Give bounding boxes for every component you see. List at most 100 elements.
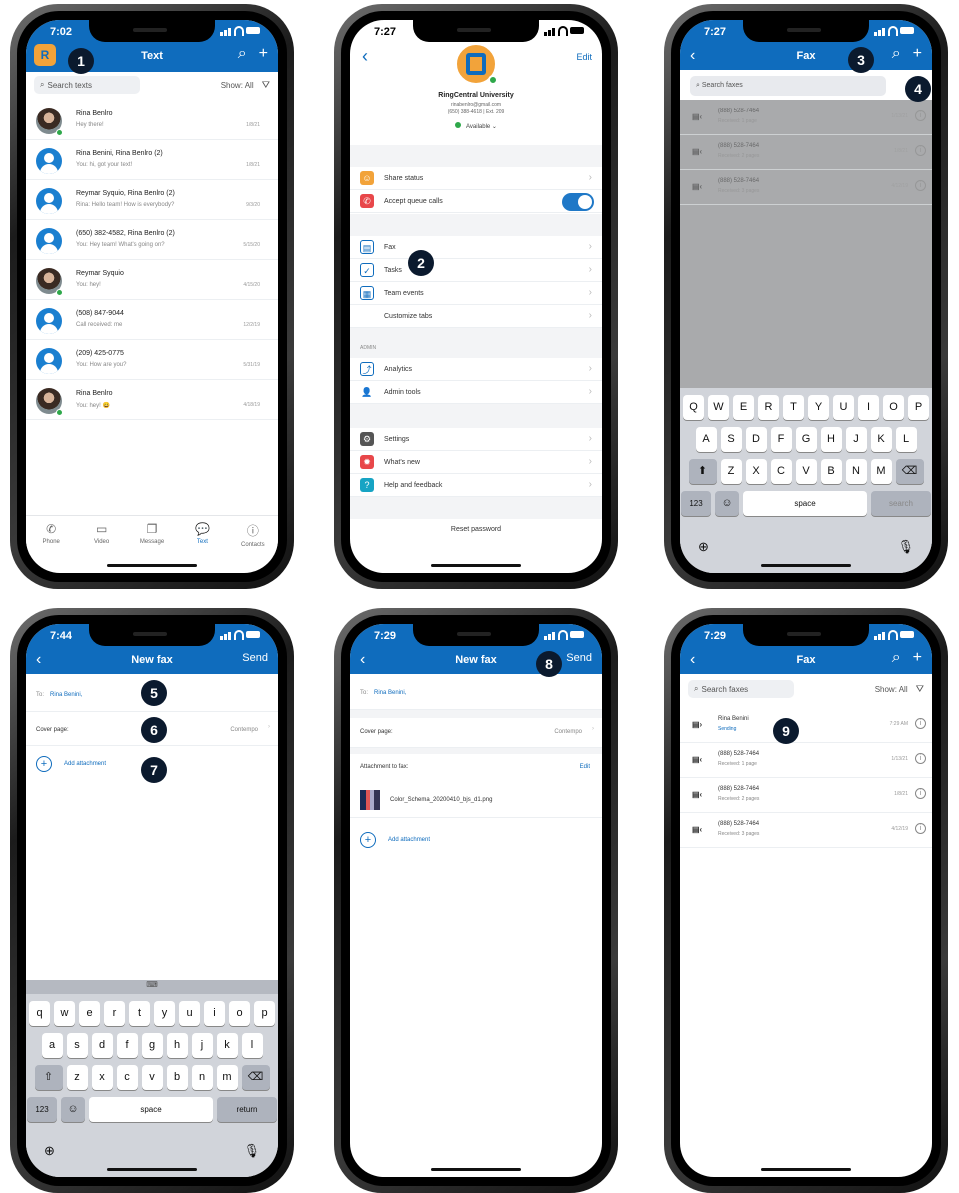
edit-button[interactable]: Edit: [576, 52, 592, 62]
menu-item-settings[interactable]: ⚙ Settings ›: [350, 428, 602, 451]
key-d[interactable]: D: [745, 427, 767, 452]
to-field[interactable]: To: Rina Benini,: [350, 680, 602, 710]
tab-text[interactable]: 💬 Text: [177, 516, 227, 555]
key-s[interactable]: s: [66, 1033, 88, 1058]
conversation-row[interactable]: Reymar Syquio You: hey! 4/15/20: [26, 260, 278, 300]
key-t[interactable]: t: [129, 1001, 150, 1026]
key-z[interactable]: Z: [720, 459, 742, 484]
key-b[interactable]: B: [820, 459, 842, 484]
search-input[interactable]: ⌕ Search faxes: [690, 76, 886, 96]
info-icon[interactable]: i: [915, 823, 926, 834]
key-n[interactable]: n: [191, 1065, 213, 1090]
key-p[interactable]: P: [908, 395, 929, 420]
key-g[interactable]: G: [795, 427, 817, 452]
key-c[interactable]: C: [770, 459, 792, 484]
fax-row[interactable]: ▤‹ (888) 528-7464 Received: 1 page 1/13/21 i: [680, 100, 932, 135]
back-icon[interactable]: ‹: [362, 46, 368, 67]
key-z[interactable]: z: [66, 1065, 88, 1090]
add-icon[interactable]: +: [913, 649, 922, 667]
add-icon[interactable]: +: [259, 45, 268, 63]
key-p[interactable]: p: [254, 1001, 275, 1026]
key-o[interactable]: o: [229, 1001, 250, 1026]
filter-show-all[interactable]: Show: All: [875, 685, 908, 694]
fax-row[interactable]: ▤‹ (888) 528-7464 Received: 2 pages 1/8/21 i: [680, 135, 932, 170]
key-v[interactable]: V: [795, 459, 817, 484]
key-o[interactable]: O: [883, 395, 904, 420]
key-x[interactable]: X: [745, 459, 767, 484]
space-key[interactable]: space: [89, 1097, 213, 1122]
key-m[interactable]: m: [216, 1065, 238, 1090]
info-icon[interactable]: i: [915, 753, 926, 764]
key-j[interactable]: J: [845, 427, 867, 452]
emoji-icon[interactable]: ☺: [715, 491, 739, 516]
send-button[interactable]: Send: [566, 652, 592, 664]
conversation-row[interactable]: Rina Benlro Hey there! 1/8/21: [26, 100, 278, 140]
key-t[interactable]: T: [783, 395, 804, 420]
key-g[interactable]: g: [141, 1033, 163, 1058]
backspace-key[interactable]: ⌫: [895, 459, 924, 484]
key-e[interactable]: e: [79, 1001, 100, 1026]
key-f[interactable]: F: [770, 427, 792, 452]
info-icon[interactable]: i: [915, 110, 926, 121]
globe-icon[interactable]: ⊕: [698, 539, 709, 555]
menu-item-tasks[interactable]: ✓ Tasks ›: [350, 259, 602, 282]
key-a[interactable]: a: [41, 1033, 63, 1058]
microphone-icon[interactable]: 🎙: [243, 1143, 260, 1159]
menu-item-admin-tools[interactable]: 👤 Admin tools ›: [350, 381, 602, 404]
key-r[interactable]: r: [104, 1001, 125, 1026]
key-y[interactable]: y: [154, 1001, 175, 1026]
app-logo-icon[interactable]: R: [34, 44, 56, 66]
info-icon[interactable]: i: [915, 145, 926, 156]
key-c[interactable]: c: [116, 1065, 138, 1090]
key-h[interactable]: H: [820, 427, 842, 452]
share-status-row[interactable]: ☺ Share status ›: [350, 167, 602, 190]
key-d[interactable]: d: [91, 1033, 113, 1058]
tab-contacts[interactable]: ⓘ Contacts: [228, 516, 278, 555]
key-s[interactable]: S: [720, 427, 742, 452]
key-q[interactable]: q: [29, 1001, 50, 1026]
key-v[interactable]: v: [141, 1065, 163, 1090]
key-l[interactable]: l: [241, 1033, 263, 1058]
conversation-row[interactable]: Rina Benini, Rina Benlro (2) You: hi, got…: [26, 140, 278, 180]
accept-queue-toggle[interactable]: [562, 193, 594, 211]
back-icon[interactable]: ‹: [360, 651, 365, 669]
info-icon[interactable]: i: [915, 788, 926, 799]
numbers-key[interactable]: 123: [681, 491, 711, 516]
search-icon[interactable]: ⌕: [238, 45, 247, 63]
tab-message[interactable]: ❐ Message: [127, 516, 177, 555]
key-f[interactable]: f: [116, 1033, 138, 1058]
menu-item-analytics[interactable]: ⤴ Analytics ›: [350, 358, 602, 381]
fax-row[interactable]: ▤‹ (888) 528-7464 Received: 3 pages 4/12/19…: [680, 170, 932, 205]
conversation-row[interactable]: Rina Benlro You: hey! 😀 4/18/19: [26, 380, 278, 420]
menu-item-whats-new[interactable]: ✹ What's new ›: [350, 451, 602, 474]
key-h[interactable]: h: [166, 1033, 188, 1058]
filter-icon[interactable]: ⛛: [262, 80, 270, 91]
key-u[interactable]: U: [833, 395, 854, 420]
info-icon[interactable]: i: [915, 718, 926, 729]
key-k[interactable]: k: [216, 1033, 238, 1058]
key-a[interactable]: A: [695, 427, 717, 452]
menu-item-customize-tabs[interactable]: Customize tabs ›: [350, 305, 602, 328]
back-icon[interactable]: ‹: [690, 651, 695, 669]
search-icon[interactable]: ⌕: [892, 45, 901, 63]
conversation-row[interactable]: (650) 382-4582, Rina Benlro (2) You: Hey …: [26, 220, 278, 260]
fax-row[interactable]: ▤‹ (888) 528-7464 Received: 1 page 1/13/21 i: [680, 743, 932, 778]
conversation-row[interactable]: (209) 425-0775 You: How are you? 5/31/19: [26, 340, 278, 380]
key-y[interactable]: Y: [808, 395, 829, 420]
reset-password-button[interactable]: Reset password: [350, 526, 602, 533]
key-w[interactable]: w: [54, 1001, 75, 1026]
tab-phone[interactable]: ✆ Phone: [26, 516, 76, 555]
microphone-icon[interactable]: 🎙: [897, 539, 914, 555]
edit-button[interactable]: Edit: [580, 764, 590, 770]
key-n[interactable]: N: [845, 459, 867, 484]
key-q[interactable]: Q: [683, 395, 704, 420]
back-icon[interactable]: ‹: [36, 651, 41, 669]
key-e[interactable]: E: [733, 395, 754, 420]
menu-item-team-events[interactable]: ▦ Team events ›: [350, 282, 602, 305]
cover-page-row[interactable]: Cover page: Contempo ›: [350, 718, 602, 748]
search-input[interactable]: ⌕ Search texts: [34, 76, 140, 94]
fax-row-sending[interactable]: ▤› Rina Benini Sending 7:29 AM i: [680, 708, 932, 743]
key-u[interactable]: u: [179, 1001, 200, 1026]
tab-video[interactable]: ▭ Video: [76, 516, 126, 555]
key-w[interactable]: W: [708, 395, 729, 420]
